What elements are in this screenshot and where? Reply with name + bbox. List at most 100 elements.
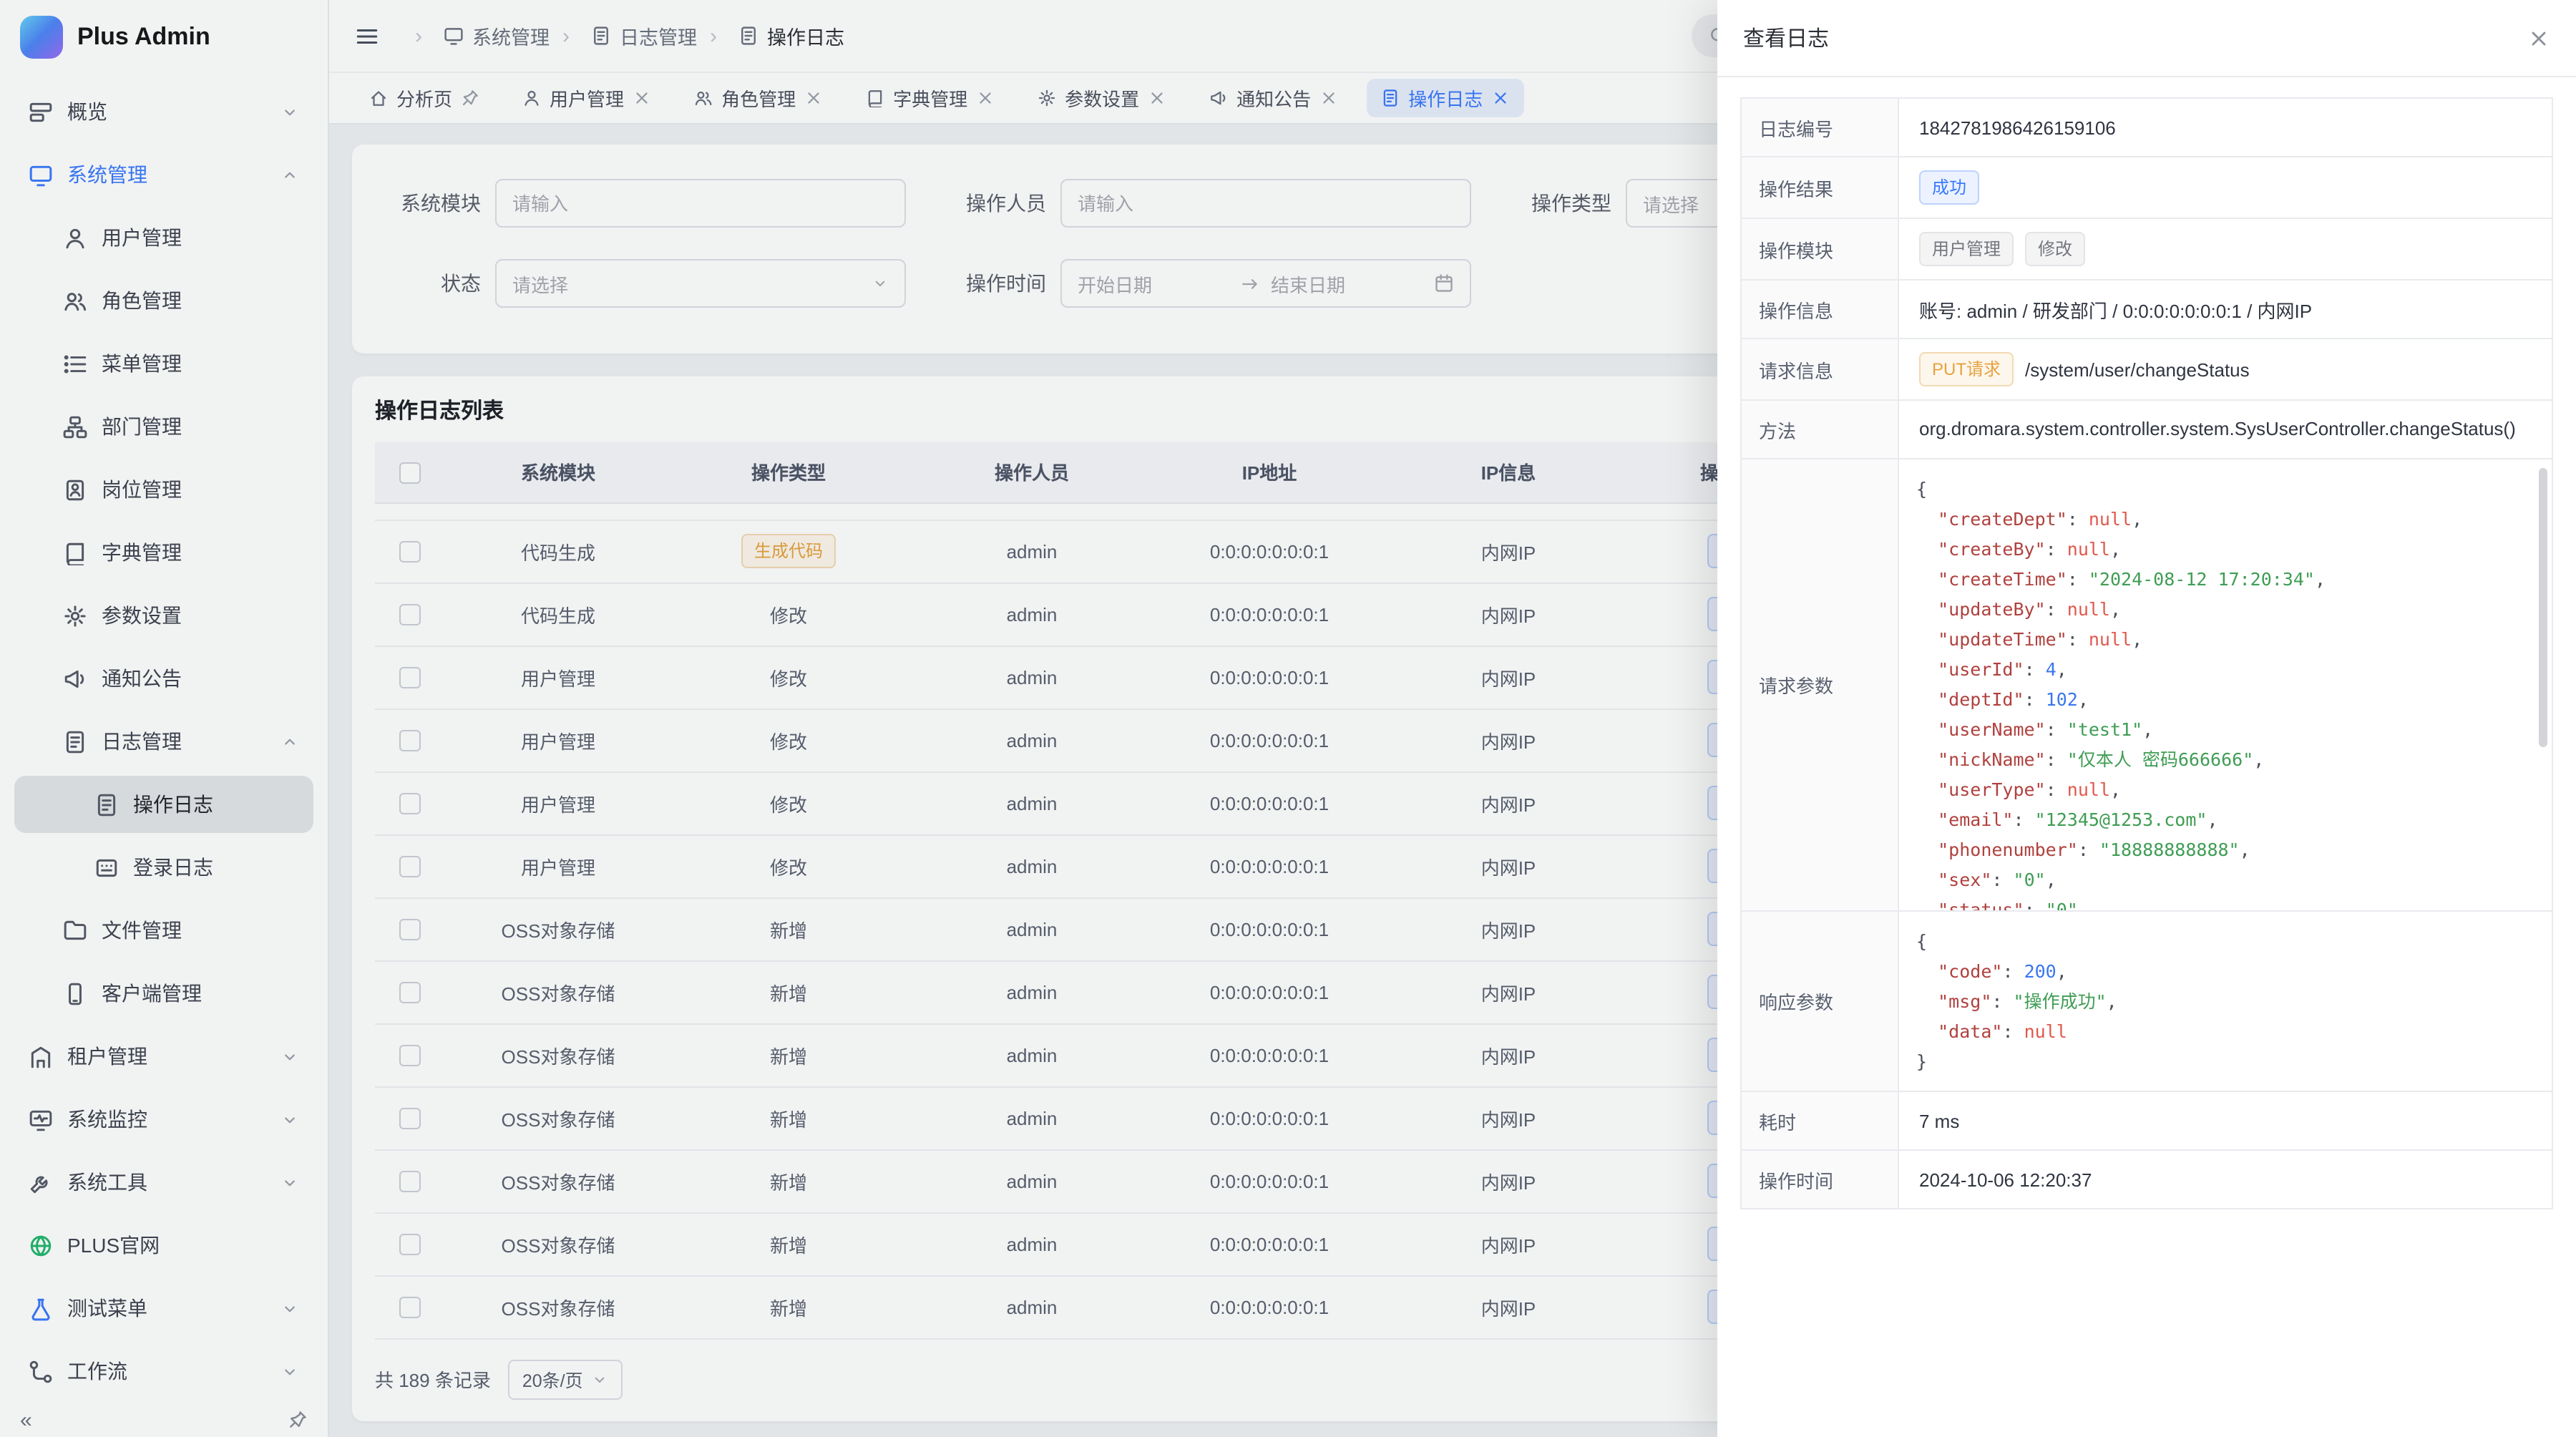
detail-row-method: 方法 org.dromara.system.controller.system.… — [1742, 401, 2552, 459]
breadcrumb-item[interactable]: 日志管理 — [550, 21, 697, 50]
cell-ip: 0:0:0:0:0:0:0:1 — [1159, 520, 1380, 583]
table-row[interactable]: OSS对象存储 新增 admin 0:0:0:0:0:0:0:1 内网IP 成功 — [375, 1086, 1838, 1149]
row-checkbox[interactable] — [399, 1108, 420, 1129]
breadcrumb-label: 操作日志 — [767, 21, 844, 50]
sidebar-item-label: 岗位管理 — [102, 475, 266, 504]
tab[interactable]: 字典管理 — [852, 79, 1009, 117]
column-header[interactable]: IP信息 — [1380, 442, 1637, 502]
column-header[interactable]: 操作人员 — [904, 442, 1159, 502]
close-icon[interactable] — [804, 89, 823, 107]
table-row[interactable]: OSS对象存储 新增 admin 0:0:0:0:0:0:0:1 内网IP 成功 — [375, 1275, 1838, 1338]
pin-sidebar-button[interactable] — [288, 1410, 308, 1430]
tab[interactable]: 分析页 — [355, 79, 494, 117]
sidebar-item[interactable]: 通知公告 — [14, 650, 313, 707]
row-checkbox[interactable] — [399, 1234, 420, 1255]
row-checkbox[interactable] — [399, 856, 420, 877]
op-time-range-picker[interactable]: 开始日期 结束日期 — [1060, 259, 1471, 308]
sidebar-item[interactable]: 系统监控 — [14, 1091, 313, 1148]
sidebar-item[interactable]: PLUS官网 — [14, 1217, 313, 1274]
tab[interactable]: 操作日志 — [1367, 79, 1524, 117]
range-end-placeholder: 结束日期 — [1271, 270, 1423, 297]
result-tag: 成功 — [1919, 170, 1979, 205]
table-row[interactable]: OSS对象存储 新增 admin 0:0:0:0:0:0:0:1 内网IP 成功 — [375, 1023, 1838, 1086]
row-checkbox[interactable] — [399, 919, 420, 940]
row-checkbox[interactable] — [399, 730, 420, 751]
table-row[interactable]: 用户管理 修改 admin 0:0:0:0:0:0:0:1 内网IP 成功 — [375, 834, 1838, 897]
row-checkbox[interactable] — [399, 1297, 420, 1318]
table-row[interactable]: OSS对象存储 新增 admin 0:0:0:0:0:0:0:1 内网IP 成功 — [375, 1149, 1838, 1212]
row-checkbox[interactable] — [399, 604, 420, 625]
sidebar-item-label: 操作日志 — [133, 790, 266, 819]
log-detail-table: 日志编号 1842781986426159106 操作结果 成功 操作模块 用户… — [1740, 97, 2553, 1209]
tab[interactable]: 角色管理 — [680, 79, 837, 117]
table-row[interactable]: 用户管理 修改 admin 0:0:0:0:0:0:0:1 内网IP 成功 — [375, 708, 1838, 771]
filter-system-module: 系统模块 — [381, 179, 906, 228]
sidebar-footer: « — [0, 1403, 328, 1437]
cell-system-module: OSS对象存储 — [444, 897, 673, 960]
select-all-checkbox[interactable] — [399, 462, 420, 484]
pin-icon[interactable] — [461, 89, 479, 107]
sidebar-item[interactable]: 概览 — [14, 83, 313, 140]
sidebar-item[interactable]: 岗位管理 — [14, 461, 313, 518]
sidebar-item[interactable]: 租户管理 — [14, 1028, 313, 1085]
breadcrumb-item[interactable]: 操作日志 — [697, 21, 844, 50]
column-header[interactable]: 系统模块 — [444, 442, 673, 502]
cell-op-type: 生成代码 — [741, 534, 836, 568]
row-checkbox[interactable] — [399, 541, 420, 562]
cell-operator: admin — [904, 1023, 1159, 1086]
sidebar-item[interactable]: 工作流 — [14, 1343, 313, 1400]
close-icon[interactable] — [633, 89, 651, 107]
sidebar-item[interactable]: 用户管理 — [14, 209, 313, 266]
close-icon[interactable] — [1491, 89, 1510, 107]
hamburger-menu-button[interactable] — [355, 24, 379, 48]
row-checkbox[interactable] — [399, 793, 420, 814]
table-row[interactable]: OSS对象存储 新增 admin 0:0:0:0:0:0:0:1 内网IP 成功 — [375, 897, 1838, 960]
tab[interactable]: 参数设置 — [1023, 79, 1181, 117]
operator-label: 操作人员 — [946, 189, 1046, 218]
table-row[interactable]: 用户管理 修改 admin 0:0:0:0:0:0:0:1 内网IP 成功 — [375, 646, 1838, 708]
sidebar-item[interactable]: 角色管理 — [14, 272, 313, 329]
status-select[interactable]: 请选择 — [495, 259, 906, 308]
table-row[interactable]: 用户管理 修改 admin 0:0:0:0:0:0:0:1 内网IP 成功 — [375, 771, 1838, 834]
sidebar-item[interactable]: 菜单管理 — [14, 335, 313, 392]
tab[interactable]: 用户管理 — [508, 79, 665, 117]
request-params-json[interactable]: { "createDept": null, "createBy": null, … — [1899, 459, 2552, 910]
page-size-select[interactable]: 20条/页 — [508, 1359, 623, 1399]
brand[interactable]: Plus Admin — [0, 0, 328, 74]
op-time-label: 操作时间 — [946, 269, 1046, 298]
row-checkbox[interactable] — [399, 982, 420, 1003]
sidebar-item[interactable]: 文件管理 — [14, 902, 313, 959]
close-icon[interactable] — [976, 89, 995, 107]
json-scrollbar-thumb[interactable] — [2539, 468, 2547, 747]
sidebar-item[interactable]: 客户端管理 — [14, 965, 313, 1022]
sidebar-item[interactable]: 日志管理 — [14, 713, 313, 770]
sidebar-item[interactable]: 登录日志 — [14, 839, 313, 896]
table-row[interactable]: OSS对象存储 新增 admin 0:0:0:0:0:0:0:1 内网IP 成功 — [375, 960, 1838, 1023]
system-module-input[interactable] — [495, 179, 906, 228]
sidebar-item[interactable]: 操作日志 — [14, 776, 313, 833]
sidebar-item[interactable]: 测试菜单 — [14, 1280, 313, 1337]
tab[interactable]: 通知公告 — [1195, 79, 1352, 117]
table-row[interactable]: 代码生成 生成代码 admin 0:0:0:0:0:0:0:1 内网IP 成功 — [375, 520, 1838, 583]
breadcrumb-label: 系统管理 — [472, 21, 550, 50]
row-checkbox[interactable] — [399, 667, 420, 688]
close-icon[interactable] — [1148, 89, 1166, 107]
sidebar-item[interactable]: 字典管理 — [14, 524, 313, 581]
breadcrumb-item[interactable]: 系统管理 — [402, 21, 550, 50]
row-checkbox[interactable] — [399, 1045, 420, 1066]
collapse-sidebar-button[interactable]: « — [20, 1409, 32, 1431]
request-url: /system/user/changeStatus — [2025, 359, 2250, 380]
column-header[interactable]: 操作类型 — [673, 442, 904, 502]
close-icon[interactable] — [1319, 89, 1338, 107]
table-row[interactable]: OSS对象存储 新增 admin 0:0:0:0:0:0:0:1 内网IP 成功 — [375, 1212, 1838, 1275]
operator-input[interactable] — [1060, 179, 1471, 228]
cell-ip: 0:0:0:0:0:0:0:1 — [1159, 897, 1380, 960]
sidebar-item[interactable]: 参数设置 — [14, 587, 313, 644]
sidebar-item[interactable]: 部门管理 — [14, 398, 313, 455]
column-header[interactable]: IP地址 — [1159, 442, 1380, 502]
sidebar-item[interactable]: 系统工具 — [14, 1154, 313, 1211]
table-row[interactable]: 代码生成 修改 admin 0:0:0:0:0:0:0:1 内网IP 成功 — [375, 583, 1838, 646]
row-checkbox[interactable] — [399, 1171, 420, 1192]
drawer-close-button[interactable] — [2527, 26, 2550, 49]
sidebar-item[interactable]: 系统管理 — [14, 146, 313, 203]
